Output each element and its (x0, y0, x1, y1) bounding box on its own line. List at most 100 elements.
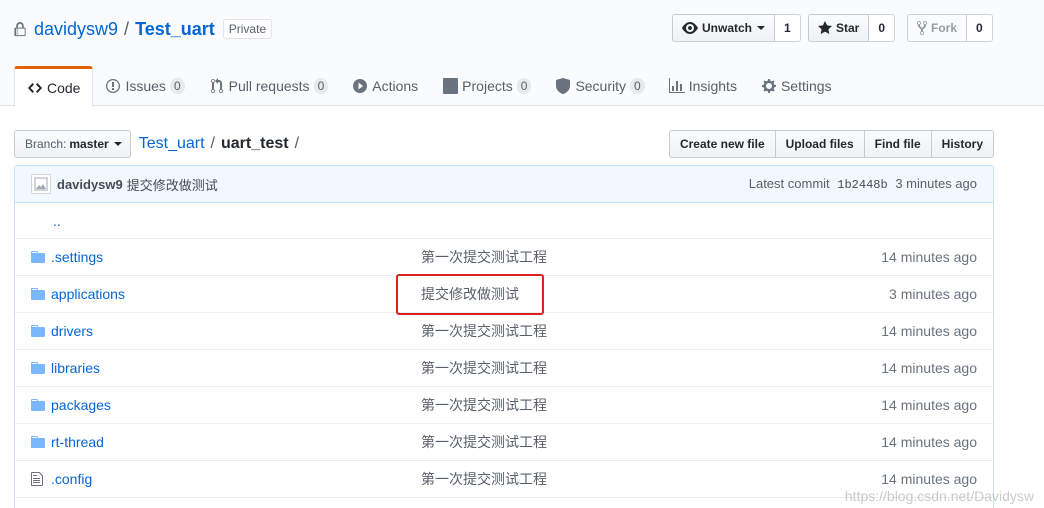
star-label: Star (836, 21, 860, 35)
tab-issues[interactable]: Issues 0 (93, 66, 196, 106)
folder-icon (31, 434, 47, 450)
fork-count[interactable]: 0 (967, 14, 993, 42)
tab-label: Security (575, 78, 627, 94)
project-icon (442, 78, 458, 94)
file-age: 14 minutes ago (881, 249, 977, 265)
private-badge: Private (222, 19, 273, 39)
file-age: 14 minutes ago (881, 323, 977, 339)
file-commit-message-link[interactable]: 第一次提交测试工程 (421, 247, 547, 267)
latest-commit-bar: davidysw9 提交修改做测试 Latest commit 1b2448b … (15, 166, 993, 203)
folder-icon (31, 249, 47, 265)
parent-directory-link[interactable]: .. (53, 213, 61, 229)
tab-actions[interactable]: Actions (340, 66, 430, 106)
repo-separator: / (124, 18, 130, 39)
fork-button[interactable]: Fork (907, 14, 968, 42)
watch-count[interactable]: 1 (775, 14, 801, 42)
star-icon (818, 21, 832, 34)
file-name-link[interactable]: applications (51, 286, 125, 302)
play-icon (352, 78, 368, 94)
graph-icon (668, 78, 685, 94)
commit-author[interactable]: davidysw9 (57, 177, 123, 192)
file-row: drivers 第一次提交测试工程 14 minutes ago (15, 313, 993, 350)
tab-settings[interactable]: Settings (749, 66, 844, 106)
chevron-down-icon (113, 142, 122, 146)
breadcrumb-separator: / (210, 135, 215, 152)
repo-name-link[interactable]: Test_uart (135, 19, 215, 40)
file-commit-message-link[interactable]: 提交修改做测试 (421, 284, 519, 304)
file-name-link[interactable]: rt-thread (51, 434, 104, 450)
star-button[interactable]: Star (808, 14, 870, 42)
folder-icon (31, 286, 47, 302)
parent-directory-row: .. (15, 203, 993, 239)
find-file-button[interactable]: Find file (863, 130, 932, 158)
branch-value: master (69, 137, 109, 151)
avatar[interactable] (31, 174, 51, 194)
code-icon (27, 80, 43, 96)
file-name-link[interactable]: .settings (51, 249, 103, 265)
file-commit-message-link[interactable]: 第一次提交测试工程 (421, 395, 547, 415)
fork-label: Fork (931, 21, 958, 35)
file-age: 3 minutes ago (889, 286, 977, 302)
repo-nav-tabs: Code Issues 0 Pull requests 0 Actions Pr… (14, 66, 844, 107)
tab-security[interactable]: Security 0 (543, 66, 656, 106)
breadcrumb-root-link[interactable]: Test_uart (139, 135, 205, 153)
folder-icon (31, 397, 47, 413)
repo-owner-link[interactable]: davidysw9 (34, 19, 118, 40)
file-commit-message-link[interactable]: 第一次提交测试工程 (421, 358, 547, 378)
tab-label: Issues (125, 78, 166, 94)
file-age: 14 minutes ago (881, 360, 977, 376)
fork-icon (917, 20, 927, 36)
file-navigation: Branch: master Test_uart / uart_test / C… (14, 130, 994, 158)
commit-message[interactable]: 提交修改做测试 (127, 175, 218, 194)
tab-label: Settings (780, 78, 832, 94)
file-actions: Create new file Upload files Find file H… (668, 130, 994, 158)
repo-header: davidysw9 / Test_uart Private Unwatch 1 … (0, 0, 1044, 107)
star-count[interactable]: 0 (869, 14, 896, 42)
commit-sha-link[interactable]: 1b2448b (837, 178, 887, 192)
upload-files-button[interactable]: Upload files (774, 130, 865, 158)
chevron-down-icon (757, 26, 766, 30)
unwatch-button[interactable]: Unwatch (672, 14, 776, 42)
watch-group: Unwatch 1 (672, 14, 801, 42)
issue-icon (105, 78, 121, 94)
file-name-link[interactable]: .config (51, 471, 92, 487)
tab-counter: 0 (516, 78, 532, 94)
tab-label: Actions (372, 78, 419, 94)
tab-label: Code (47, 80, 81, 96)
unwatch-label: Unwatch (702, 21, 753, 35)
breadcrumb: Test_uart / uart_test / (139, 135, 305, 153)
breadcrumb-current: uart_test (220, 135, 289, 152)
file-age: 14 minutes ago (881, 471, 977, 487)
file-icon (31, 471, 47, 487)
tab-label: Pull requests (228, 78, 310, 94)
folder-icon (31, 360, 47, 376)
file-name-link[interactable]: packages (51, 397, 111, 413)
branch-label: Branch: (25, 137, 67, 151)
tab-counter: 0 (313, 78, 329, 94)
file-name-link[interactable]: libraries (51, 360, 100, 376)
repo-title: davidysw9 / Test_uart Private (14, 17, 273, 41)
file-commit-message-link[interactable]: 第一次提交测试工程 (421, 432, 547, 452)
tab-pull-requests[interactable]: Pull requests 0 (197, 66, 341, 106)
history-button[interactable]: History (930, 130, 994, 158)
eye-icon (682, 22, 698, 34)
file-age: 14 minutes ago (881, 434, 977, 450)
breadcrumb-separator: / (294, 135, 300, 152)
latest-commit-label: Latest commit (748, 176, 830, 191)
file-age: 14 minutes ago (881, 397, 977, 413)
tab-label: Projects (462, 78, 513, 94)
file-commit-message-link[interactable]: 第一次提交测试工程 (421, 469, 547, 489)
file-row: .settings 第一次提交测试工程 14 minutes ago (15, 239, 993, 276)
branch-select-button[interactable]: Branch: master (14, 130, 131, 158)
file-row: packages 第一次提交测试工程 14 minutes ago (15, 387, 993, 424)
tab-counter: 0 (169, 78, 185, 94)
commit-age: 3 minutes ago (895, 176, 977, 191)
folder-icon (31, 323, 47, 339)
tab-insights[interactable]: Insights (657, 66, 749, 106)
create-new-file-button[interactable]: Create new file (668, 130, 776, 158)
tab-projects[interactable]: Projects 0 (430, 66, 543, 106)
tab-label: Insights (688, 78, 737, 94)
file-name-link[interactable]: drivers (51, 323, 93, 339)
file-commit-message-link[interactable]: 第一次提交测试工程 (421, 321, 547, 341)
tab-code[interactable]: Code (14, 66, 94, 107)
